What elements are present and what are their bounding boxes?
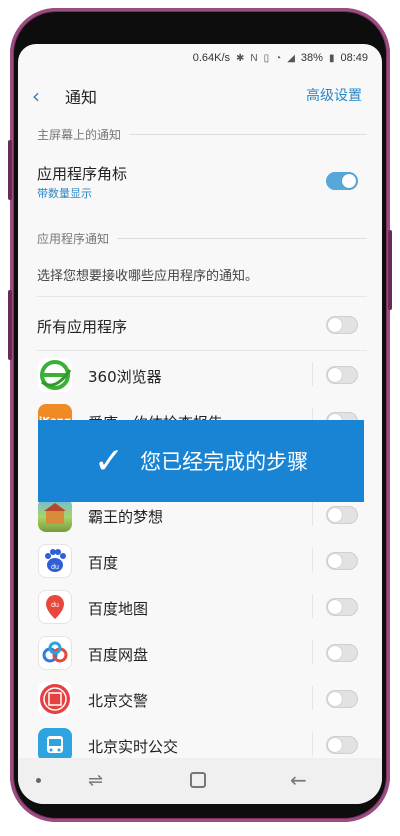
separator xyxy=(312,362,313,386)
section-home-screen: 主屏幕上的通知 xyxy=(37,126,367,143)
baidu-map-icon: du xyxy=(38,590,72,624)
divider xyxy=(37,350,367,351)
separator xyxy=(312,640,313,664)
app-notification-toggle[interactable] xyxy=(326,644,358,662)
app-notification-toggle[interactable] xyxy=(326,506,358,524)
separator xyxy=(312,686,313,710)
section-divider xyxy=(129,134,367,135)
bluetooth-icon: ✱ xyxy=(236,52,245,64)
signal-icon: ◢ xyxy=(287,52,295,64)
power-button xyxy=(388,230,392,310)
separator xyxy=(312,732,313,756)
app-notification-toggle[interactable] xyxy=(326,366,358,384)
navigation-bar: ⇌ ← xyxy=(18,758,382,804)
vibrate-icon: ▯ xyxy=(263,52,270,64)
list-item[interactable]: du 百度地图 xyxy=(18,584,382,630)
list-item[interactable]: du 百度 xyxy=(18,538,382,584)
bixby-button xyxy=(8,290,12,360)
separator xyxy=(312,548,313,572)
app-name: 百度地图 xyxy=(88,600,149,618)
svg-text:du: du xyxy=(51,564,59,571)
status-bar: 0.64K/s ✱ N ▯ ◔ ◢ 38% ▮ 08:49 xyxy=(18,44,382,72)
battery-level: 38% xyxy=(300,52,323,64)
section-app-notifications-label: 应用程序通知 xyxy=(37,232,110,246)
list-item[interactable]: 360浏览器 xyxy=(18,352,382,398)
all-apps-label[interactable]: 所有应用程序 xyxy=(37,316,127,337)
advanced-settings-link[interactable]: 高级设置 xyxy=(306,85,362,105)
baidu-netdisk-icon xyxy=(38,636,72,670)
battery-icon: ▮ xyxy=(328,52,335,64)
volume-button xyxy=(8,140,12,200)
app-name: 北京实时公交 xyxy=(88,738,179,756)
game-icon xyxy=(38,498,72,532)
app-name: 百度网盘 xyxy=(88,646,149,664)
back-arrow-icon[interactable]: ‹ xyxy=(32,84,40,108)
separator xyxy=(312,594,313,618)
app-notification-toggle[interactable] xyxy=(326,736,358,754)
baidu-icon: du xyxy=(38,544,72,578)
network-speed: 0.64K/s xyxy=(192,52,231,64)
app-badge-toggle[interactable] xyxy=(326,172,358,190)
list-item[interactable]: 百度网盘 xyxy=(18,630,382,676)
home-icon[interactable] xyxy=(190,772,206,788)
list-item[interactable]: 北京交警 xyxy=(18,676,382,722)
app-name: 360浏览器 xyxy=(88,368,162,386)
back-icon[interactable]: ← xyxy=(290,768,307,792)
360-browser-icon xyxy=(38,358,72,392)
app-header: ‹ 通知 高级设置 xyxy=(18,72,382,118)
app-notification-toggle[interactable] xyxy=(326,552,358,570)
svg-text:du: du xyxy=(51,602,59,609)
clock: 08:49 xyxy=(340,52,368,64)
section-home-screen-label: 主屏幕上的通知 xyxy=(37,128,122,142)
app-badge-subtitle: 带数量显示 xyxy=(37,187,92,200)
banner-text: 您已经完成的步骤 xyxy=(140,450,309,474)
completion-banner: ✓ 您已经完成的步骤 xyxy=(38,420,364,502)
section-app-notifications: 应用程序通知 xyxy=(37,230,367,247)
checkmark-icon: ✓ xyxy=(93,440,125,482)
nav-dot-icon[interactable] xyxy=(36,778,41,783)
beijing-police-icon xyxy=(38,682,72,716)
section-description: 选择您想要接收哪些应用程序的通知。 xyxy=(37,269,259,284)
app-name: 百度 xyxy=(88,554,119,572)
page-title: 通知 xyxy=(65,88,98,107)
app-notification-toggle[interactable] xyxy=(326,598,358,616)
divider xyxy=(37,296,367,297)
app-badge-title[interactable]: 应用程序角标 xyxy=(37,163,127,184)
separator xyxy=(312,502,313,526)
app-name: 北京交警 xyxy=(88,692,149,710)
section-divider xyxy=(117,238,367,239)
app-name: 霸王的梦想 xyxy=(88,508,164,526)
recent-apps-icon[interactable]: ⇌ xyxy=(88,770,103,791)
beijing-bus-icon xyxy=(38,728,72,762)
app-notification-toggle[interactable] xyxy=(326,690,358,708)
all-apps-toggle[interactable] xyxy=(326,316,358,334)
phone: 0.64K/s ✱ N ▯ ◔ ◢ 38% ▮ 08:49 ‹ 通知 高级设置 … xyxy=(0,0,400,836)
wifi-icon: ◔ xyxy=(275,52,282,64)
nfc-icon: N xyxy=(250,52,258,64)
